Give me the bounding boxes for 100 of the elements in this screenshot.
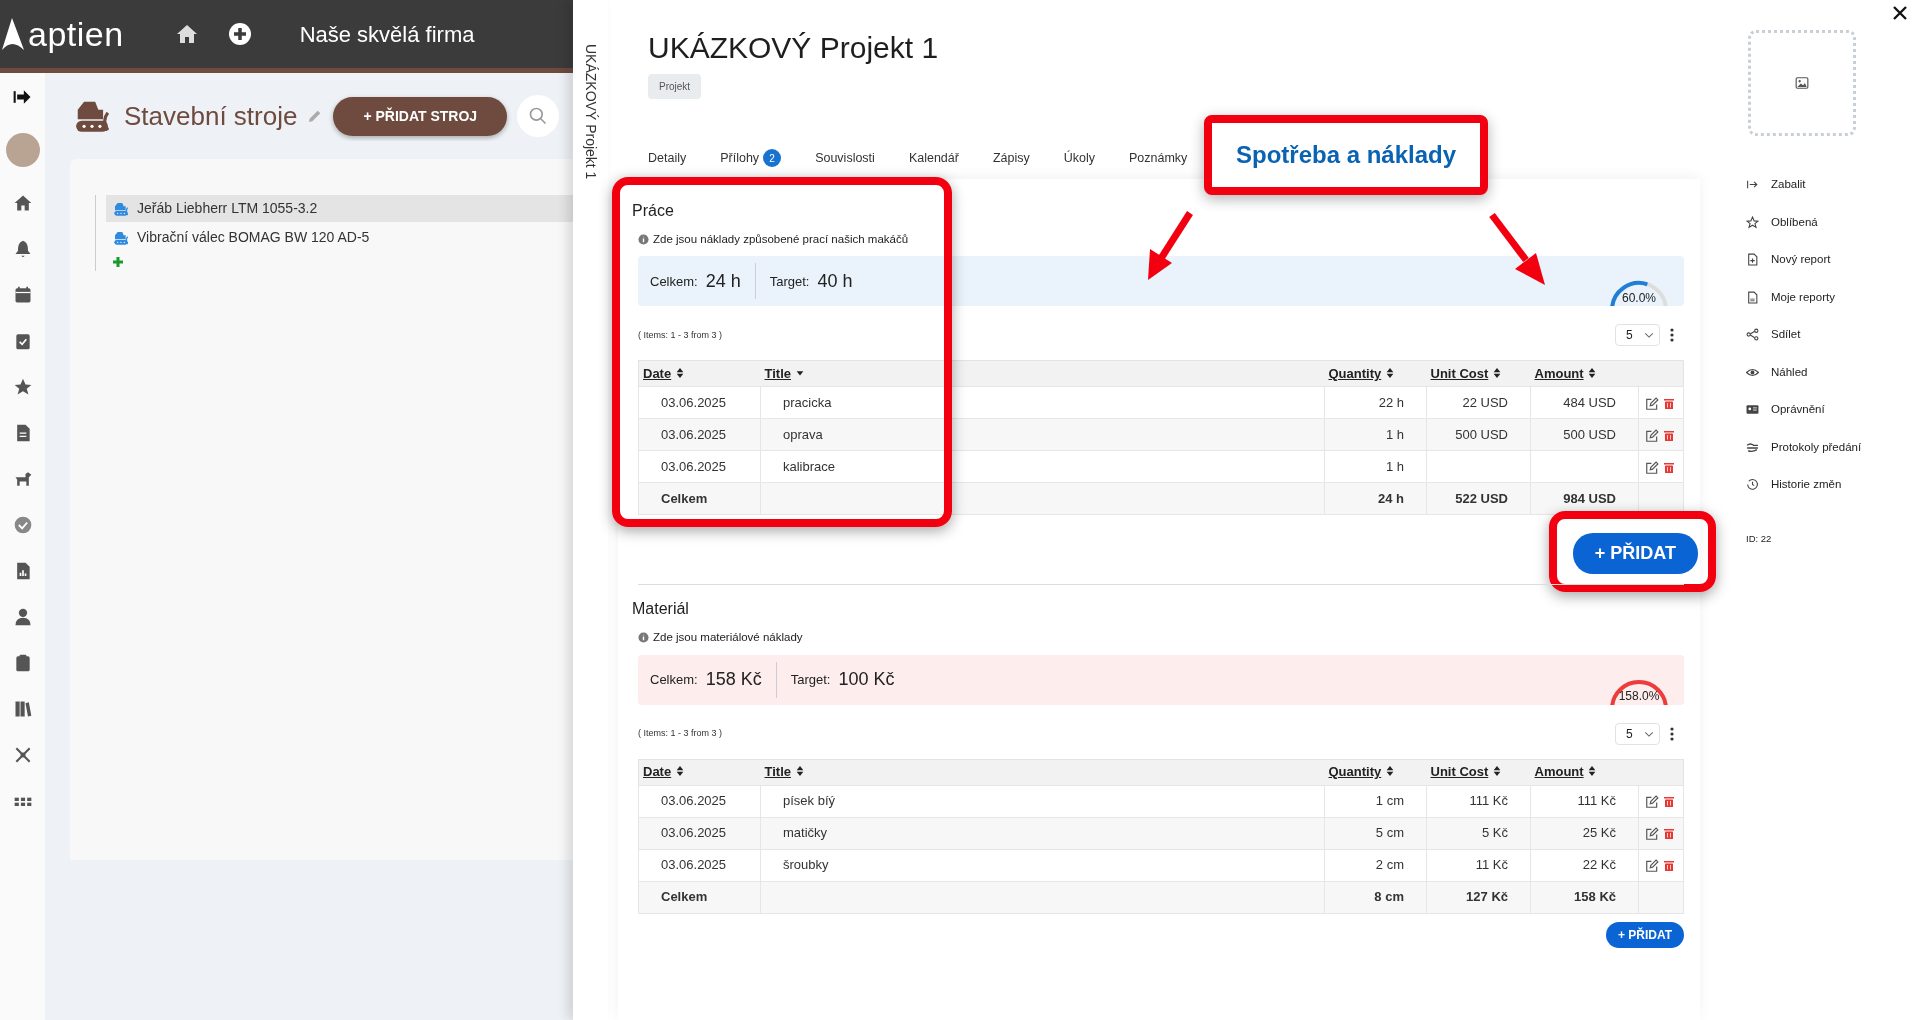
table-cell: šroubky xyxy=(783,857,829,873)
tab[interactable]: Přílohy 2 xyxy=(720,144,800,172)
edit-icon[interactable] xyxy=(1645,794,1659,809)
add-button[interactable]: + PŘIDAT xyxy=(1572,533,1698,575)
edit-icon[interactable] xyxy=(1645,428,1659,443)
image-icon xyxy=(1794,76,1810,90)
menu-item[interactable]: Moje reporty xyxy=(1746,278,1920,316)
id-card-icon xyxy=(1746,403,1759,417)
table-cell: 484 USD xyxy=(1563,395,1616,410)
share-icon xyxy=(1746,328,1759,342)
star-icon[interactable] xyxy=(12,377,33,397)
table-cell: 111 Kč xyxy=(1577,793,1616,809)
record-id: ID: 22 xyxy=(1746,531,1773,546)
table-cell: 03.06.2025 xyxy=(661,793,727,809)
table-cell: 25 Kč xyxy=(1582,825,1616,841)
close-icon xyxy=(1892,4,1908,21)
menu-item[interactable]: Oprávnění xyxy=(1746,391,1920,429)
section-title: Materiál xyxy=(632,599,690,620)
total-cell: 158 Kč xyxy=(1574,889,1616,905)
drawer-side-title: UKÁZKOVÝ Projekt 1 xyxy=(582,44,600,180)
menu-item[interactable]: Sdílet xyxy=(1746,316,1920,354)
sort-icon[interactable] xyxy=(1587,367,1598,379)
edit-icon[interactable] xyxy=(1645,826,1659,841)
kebab-menu-icon[interactable] xyxy=(1670,328,1674,343)
search-button[interactable] xyxy=(517,95,560,137)
sort-icon[interactable] xyxy=(1491,765,1502,778)
table-cell: 500 USD xyxy=(1455,427,1508,442)
sort-icon[interactable] xyxy=(1384,367,1395,379)
home-icon[interactable] xyxy=(12,193,33,213)
menu-item[interactable]: Historie změn xyxy=(1746,466,1920,504)
column-header[interactable]: Title xyxy=(764,764,791,780)
check-circle-icon[interactable] xyxy=(12,515,33,535)
sort-icon[interactable] xyxy=(674,367,685,379)
sort-icon[interactable] xyxy=(674,765,685,778)
menu-item[interactable]: Zabalit xyxy=(1746,166,1920,204)
target-value: 100 Kč xyxy=(838,668,895,691)
total-cell: Celkem xyxy=(661,491,708,506)
add-machine-button[interactable]: + PŘIDAT STROJ xyxy=(333,96,508,136)
tree-item[interactable]: Vibrační válec BOMAG BW 120 AD-5 xyxy=(106,224,573,251)
items-info: ( Items: 1 - 3 from 3 ) xyxy=(638,328,722,342)
page-size-select[interactable]: 5 xyxy=(1615,324,1660,347)
total-label: Celkem: xyxy=(650,670,698,689)
tab[interactable]: Detaily xyxy=(648,144,705,172)
trash-icon[interactable] xyxy=(1662,460,1675,475)
record-title: UKÁZKOVÝ Projekt 1 xyxy=(648,30,940,66)
trash-icon[interactable] xyxy=(1662,794,1675,809)
tab[interactable]: Zápisy xyxy=(992,144,1048,172)
table-cell: 22 Kč xyxy=(1582,857,1616,873)
trash-icon[interactable] xyxy=(1662,858,1675,873)
add-button[interactable]: + PŘIDAT xyxy=(1605,921,1684,948)
table-cell: 11 Kč xyxy=(1475,857,1508,873)
company-name[interactable]: Naše skvělá firma xyxy=(299,17,475,51)
trash-icon[interactable] xyxy=(1662,396,1675,411)
history-icon xyxy=(1746,478,1759,492)
page-size-select[interactable]: 5 xyxy=(1615,722,1660,745)
gauge-reading: 60.0% xyxy=(1621,292,1657,306)
table-cell: pracicka xyxy=(783,395,832,410)
plus-icon[interactable] xyxy=(112,256,124,268)
trash-icon[interactable] xyxy=(1662,826,1675,841)
edit-icon[interactable] xyxy=(1645,858,1659,873)
total-label: Celkem: xyxy=(650,272,698,291)
edit-icon[interactable] xyxy=(1645,460,1659,475)
type-tag: Projekt xyxy=(648,74,702,99)
table-cell: 5 cm xyxy=(1375,825,1404,841)
sort-icon[interactable] xyxy=(1587,765,1598,778)
total-cell: 984 USD xyxy=(1563,491,1616,506)
edit-icon[interactable] xyxy=(1645,396,1659,411)
tab[interactable]: Kalendář xyxy=(908,144,977,172)
tab[interactable]: Poznámky xyxy=(1129,144,1206,172)
sort-icon[interactable] xyxy=(1491,367,1502,379)
plus-circle-icon[interactable] xyxy=(227,22,252,46)
tab[interactable]: Úkoly xyxy=(1063,144,1113,172)
table-cell: 22 h xyxy=(1378,395,1404,410)
items-info: ( Items: 1 - 3 from 3 ) xyxy=(638,726,722,740)
menu-item[interactable]: Nový report xyxy=(1746,241,1920,279)
column-header[interactable]: Date xyxy=(643,366,672,381)
menu-item[interactable]: Oblíbená xyxy=(1746,203,1920,241)
table-cell: 03.06.2025 xyxy=(661,427,727,442)
tree-item[interactable]: Jeřáb Liebherr LTM 1055-3.2 xyxy=(106,195,573,222)
table-cell: oprava xyxy=(783,427,823,442)
total-value: 158 Kč xyxy=(705,668,762,691)
kebab-menu-icon[interactable] xyxy=(1670,726,1674,741)
target-label: Target: xyxy=(769,272,810,291)
star-outline-icon xyxy=(1746,215,1759,229)
count-badge: 2 xyxy=(763,149,782,167)
menu-item[interactable]: Protokoly předání xyxy=(1746,428,1920,466)
column-header[interactable]: Title xyxy=(764,366,791,381)
bulldozer-icon xyxy=(112,229,130,246)
table-cell: kalibrace xyxy=(783,459,836,474)
trash-icon[interactable] xyxy=(1662,428,1675,443)
callout-label: Spotřeba a náklady xyxy=(1204,115,1489,195)
menu-item[interactable]: Náhled xyxy=(1746,353,1920,391)
module-title: Stavební stroje xyxy=(124,99,298,133)
total-cell: 8 cm xyxy=(1374,889,1404,905)
sort-icon[interactable] xyxy=(1384,765,1395,778)
table-cell: písek bíý xyxy=(783,793,836,809)
sort-icon[interactable] xyxy=(794,765,805,778)
total-cell: Celkem xyxy=(661,889,708,905)
column-header[interactable]: Date xyxy=(643,764,672,780)
tab[interactable]: Souvislosti xyxy=(815,144,893,172)
